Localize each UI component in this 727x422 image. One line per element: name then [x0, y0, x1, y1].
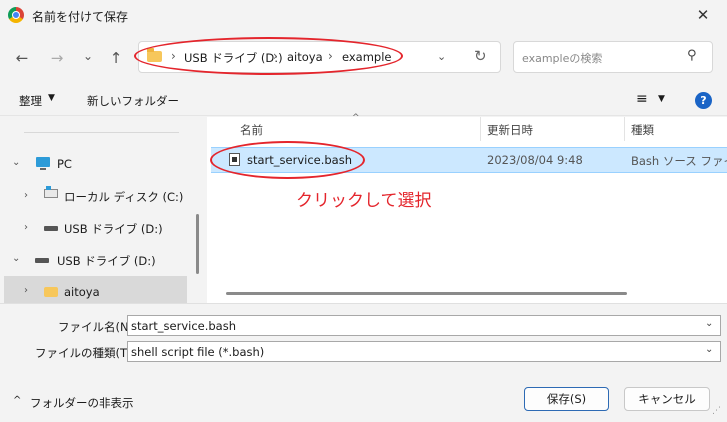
local-disk-icon — [44, 186, 58, 198]
file-type: Bash ソース ファイル — [631, 154, 727, 168]
tree-item-usb-drive[interactable]: USB ドライブ (D:) — [64, 221, 163, 237]
new-folder-button[interactable]: 新しいフォルダー — [87, 93, 179, 109]
breadcrumb-separator: › — [273, 49, 278, 63]
cancel-button[interactable]: キャンセル — [624, 387, 710, 411]
close-icon[interactable]: ✕ — [690, 4, 716, 26]
breadcrumb-separator: › — [171, 49, 176, 63]
window-title: 名前を付けて保存 — [32, 10, 129, 24]
refresh-icon[interactable]: ↻ — [474, 47, 487, 65]
pc-icon — [36, 157, 50, 170]
filetype-label: ファイルの種類(T): — [35, 346, 136, 360]
expand-chevron-icon[interactable]: ⌄ — [12, 253, 20, 264]
tree-item-aitoya[interactable]: aitoya — [64, 285, 100, 299]
filetype-value: shell script file (*.bash) — [131, 345, 265, 359]
chevron-up-icon[interactable]: ^ — [13, 395, 21, 406]
scrollbar[interactable] — [196, 214, 199, 274]
column-header-modified[interactable]: 更新日時 — [487, 122, 533, 138]
file-modified: 2023/08/04 9:48 — [487, 153, 583, 167]
tree-item-local-disk[interactable]: ローカル ディスク (C:) — [64, 189, 183, 205]
usb-drive-icon — [44, 226, 58, 231]
search-placeholder: exampleの検索 — [522, 52, 603, 65]
chevron-down-icon[interactable]: ⌄ — [705, 344, 713, 355]
hide-folders-button[interactable]: フォルダーの非表示 — [30, 395, 134, 411]
sort-arrow-icon: ^ — [352, 113, 360, 123]
organize-button[interactable]: 整理 — [19, 93, 42, 109]
collapse-chevron-icon[interactable]: › — [24, 190, 28, 201]
column-header-name[interactable]: 名前 — [240, 122, 263, 138]
breadcrumb-separator: › — [328, 49, 333, 63]
filename-value: start_service.bash — [131, 319, 237, 333]
back-arrow-icon[interactable]: ← — [12, 48, 32, 68]
tree-item-pc[interactable]: PC — [57, 157, 72, 171]
usb-drive-icon — [35, 258, 49, 263]
file-list — [207, 117, 727, 303]
chevron-down-icon[interactable]: ⌄ — [437, 50, 446, 63]
breadcrumb-example[interactable]: example — [342, 50, 392, 64]
breadcrumb-usb-drive[interactable]: USB ドライブ (D:) — [184, 50, 283, 66]
search-icon[interactable]: ⚲ — [687, 48, 697, 63]
collapse-chevron-icon[interactable]: › — [24, 222, 28, 233]
expand-chevron-icon[interactable]: ⌄ — [12, 157, 20, 168]
collapse-chevron-icon[interactable]: › — [24, 285, 28, 296]
save-button[interactable]: 保存(S) — [524, 387, 609, 411]
column-header-type[interactable]: 種類 — [631, 122, 654, 138]
chevron-down-icon[interactable]: ⌄ — [705, 318, 713, 329]
annotation-text: クリックして選択 — [296, 191, 432, 211]
column-divider[interactable] — [480, 117, 481, 141]
filename-label: ファイル名(N): — [58, 320, 137, 334]
view-options-icon[interactable]: ≡ — [636, 91, 648, 107]
folder-icon — [44, 287, 58, 297]
divider — [24, 132, 179, 133]
recent-locations-icon[interactable]: ⌄ — [78, 46, 98, 66]
help-icon[interactable]: ? — [695, 92, 712, 109]
column-divider[interactable] — [624, 117, 625, 141]
forward-arrow-icon[interactable]: → — [47, 48, 67, 68]
folder-icon — [147, 48, 162, 62]
caret-down-icon[interactable]: ▼ — [658, 94, 665, 104]
script-file-icon — [229, 153, 240, 166]
horizontal-scrollbar[interactable] — [226, 292, 627, 295]
chrome-icon — [8, 7, 24, 23]
up-arrow-icon[interactable]: ↑ — [106, 48, 126, 68]
breadcrumb-aitoya[interactable]: aitoya — [287, 50, 323, 64]
resize-grip-icon[interactable]: ⋰ — [712, 406, 721, 416]
caret-down-icon: ▼ — [48, 93, 55, 103]
file-name[interactable]: start_service.bash — [247, 153, 352, 167]
tree-item-usb-drive-root[interactable]: USB ドライブ (D:) — [57, 253, 156, 269]
